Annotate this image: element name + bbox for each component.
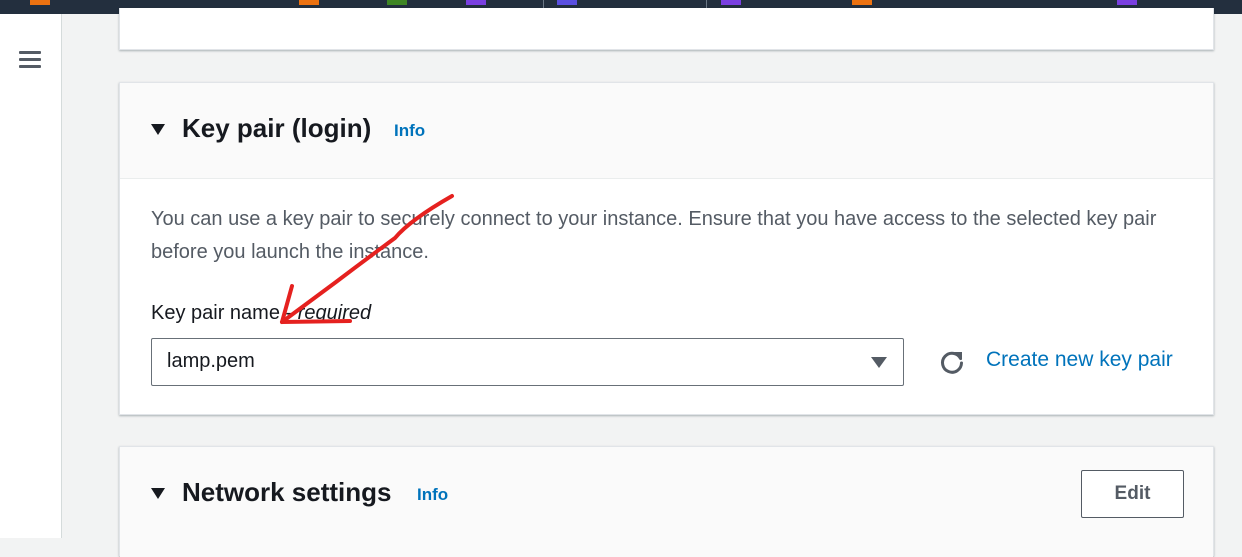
key-pair-name-label-text: Key pair name - (151, 302, 298, 324)
service-shortcut-icon[interactable] (852, 0, 872, 5)
menu-icon[interactable] (19, 51, 41, 69)
key-pair-select[interactable]: lamp.pem (151, 338, 904, 386)
key-pair-panel-header[interactable]: Key pair (login) Info (120, 83, 1213, 179)
service-shortcut-icon[interactable] (1117, 0, 1137, 5)
service-shortcut-icon[interactable] (721, 0, 741, 5)
network-settings-title: Network settings (182, 477, 392, 507)
caret-down-icon[interactable] (151, 124, 165, 135)
required-marker: required (297, 302, 372, 324)
key-pair-selected-value: lamp.pem (167, 350, 255, 372)
key-pair-name-label: Key pair name - required (151, 302, 371, 325)
caret-down-icon[interactable] (151, 488, 165, 499)
service-shortcut-icon[interactable] (299, 0, 319, 5)
service-shortcut-icon[interactable] (466, 0, 486, 5)
refresh-icon[interactable] (938, 348, 966, 376)
network-settings-info-link[interactable]: Info (417, 485, 448, 505)
key-pair-title: Key pair (login) (182, 113, 372, 143)
service-shortcut-icon[interactable] (387, 0, 407, 5)
edit-button[interactable]: Edit (1081, 470, 1184, 518)
service-shortcut-icon[interactable] (557, 0, 577, 5)
service-shortcut-icon[interactable] (30, 0, 50, 5)
create-new-key-pair-link[interactable]: Create new key pair (986, 348, 1173, 372)
dropdown-arrow-icon (871, 357, 887, 368)
network-settings-panel: Network settings Info Edit (119, 446, 1214, 557)
side-navigation (0, 14, 62, 538)
previous-section-panel (119, 8, 1214, 50)
key-pair-panel: Key pair (login) Info You can use a key … (119, 82, 1214, 415)
key-pair-info-link[interactable]: Info (394, 121, 425, 141)
key-pair-description: You can use a key pair to securely conne… (151, 208, 1157, 263)
network-settings-panel-header[interactable]: Network settings Info Edit (120, 447, 1213, 557)
